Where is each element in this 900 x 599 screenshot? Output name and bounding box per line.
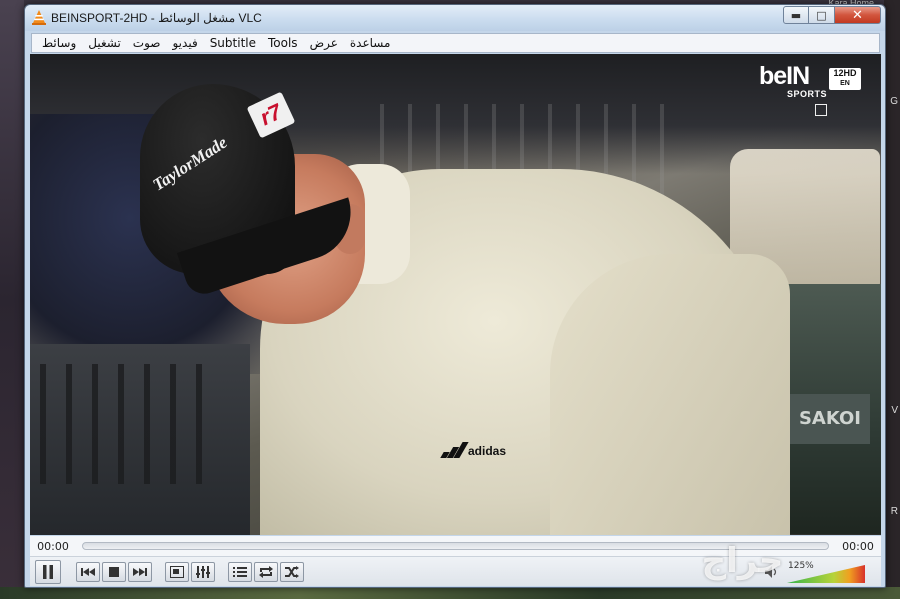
channel-logo-sub: SPORTS — [787, 89, 828, 99]
menu-playback[interactable]: تشغيل — [82, 36, 127, 50]
elapsed-time: 00:00 — [37, 539, 69, 553]
stop-button[interactable] — [102, 562, 126, 582]
video-area[interactable]: SAKOI TaylorMade r7 adidas beIN SPORTS 1… — [30, 54, 881, 535]
playlist-button[interactable] — [228, 562, 252, 582]
equalizer-icon — [196, 566, 210, 578]
desktop-background-right: G V R — [884, 0, 900, 599]
shirt-brand-text: adidas — [468, 444, 507, 458]
site-watermark: حراج — [701, 541, 786, 581]
menu-audio[interactable]: صوت — [127, 36, 167, 50]
loop-button[interactable] — [254, 562, 278, 582]
channel-box-icon — [815, 104, 827, 116]
shuffle-button[interactable] — [280, 562, 304, 582]
maximize-button[interactable]: □ — [809, 6, 835, 24]
desktop-background-left — [0, 0, 24, 599]
skip-forward-icon — [133, 568, 147, 576]
extended-settings-button[interactable] — [191, 562, 215, 582]
pause-button[interactable] — [35, 560, 61, 584]
shuffle-icon — [285, 566, 299, 578]
playlist-icon — [233, 567, 247, 577]
channel-logo: beIN SPORTS 12HD EN — [759, 60, 861, 116]
loop-icon — [259, 566, 273, 578]
previous-button[interactable] — [76, 562, 100, 582]
menu-media[interactable]: وسائط — [36, 36, 82, 50]
menu-bar: وسائط تشغيل صوت فيديو Subtitle Tools عرض… — [31, 33, 880, 53]
fullscreen-icon — [170, 566, 184, 578]
menu-help[interactable]: مساعدة — [344, 36, 397, 50]
close-button[interactable]: ✕ — [835, 6, 881, 24]
shirt-brand-logo: adidas — [440, 442, 506, 458]
desktop-letter: G — [890, 96, 898, 107]
menu-subtitle[interactable]: Subtitle — [204, 36, 262, 50]
adidas-stripes-icon — [440, 442, 469, 458]
menu-tools[interactable]: Tools — [262, 36, 304, 50]
next-button[interactable] — [128, 562, 152, 582]
skip-back-icon — [81, 568, 95, 576]
golfer-sleeve — [550, 254, 790, 535]
desktop-background-bottom — [0, 587, 900, 599]
cart-sign: SAKOI — [790, 394, 870, 444]
vlc-window: BEINSPORT-2HD - مشغل الوسائط VLC ▬ □ ✕ و… — [24, 4, 886, 588]
vlc-cone-icon — [32, 10, 46, 25]
channel-badge-top: 12HD — [833, 68, 857, 78]
minimize-button[interactable]: ▬ — [783, 6, 809, 24]
channel-logo-main: beIN — [759, 62, 810, 90]
desktop-letter: R — [890, 506, 898, 517]
window-title: BEINSPORT-2HD - مشغل الوسائط VLC — [51, 11, 262, 25]
total-time: 00:00 — [842, 539, 874, 553]
desktop-letter: V — [891, 405, 898, 416]
stop-icon — [109, 567, 119, 577]
window-controls: ▬ □ ✕ — [783, 6, 881, 24]
menu-view[interactable]: عرض — [304, 36, 344, 50]
menu-video[interactable]: فيديو — [166, 36, 203, 50]
channel-badge-bottom: EN — [840, 80, 850, 87]
title-bar[interactable]: BEINSPORT-2HD - مشغل الوسائط VLC ▬ □ ✕ — [25, 5, 885, 31]
pause-icon — [43, 565, 53, 579]
bench-grate — [40, 364, 220, 484]
fullscreen-button[interactable] — [165, 562, 189, 582]
channel-hd-badge: 12HD EN — [829, 68, 861, 90]
